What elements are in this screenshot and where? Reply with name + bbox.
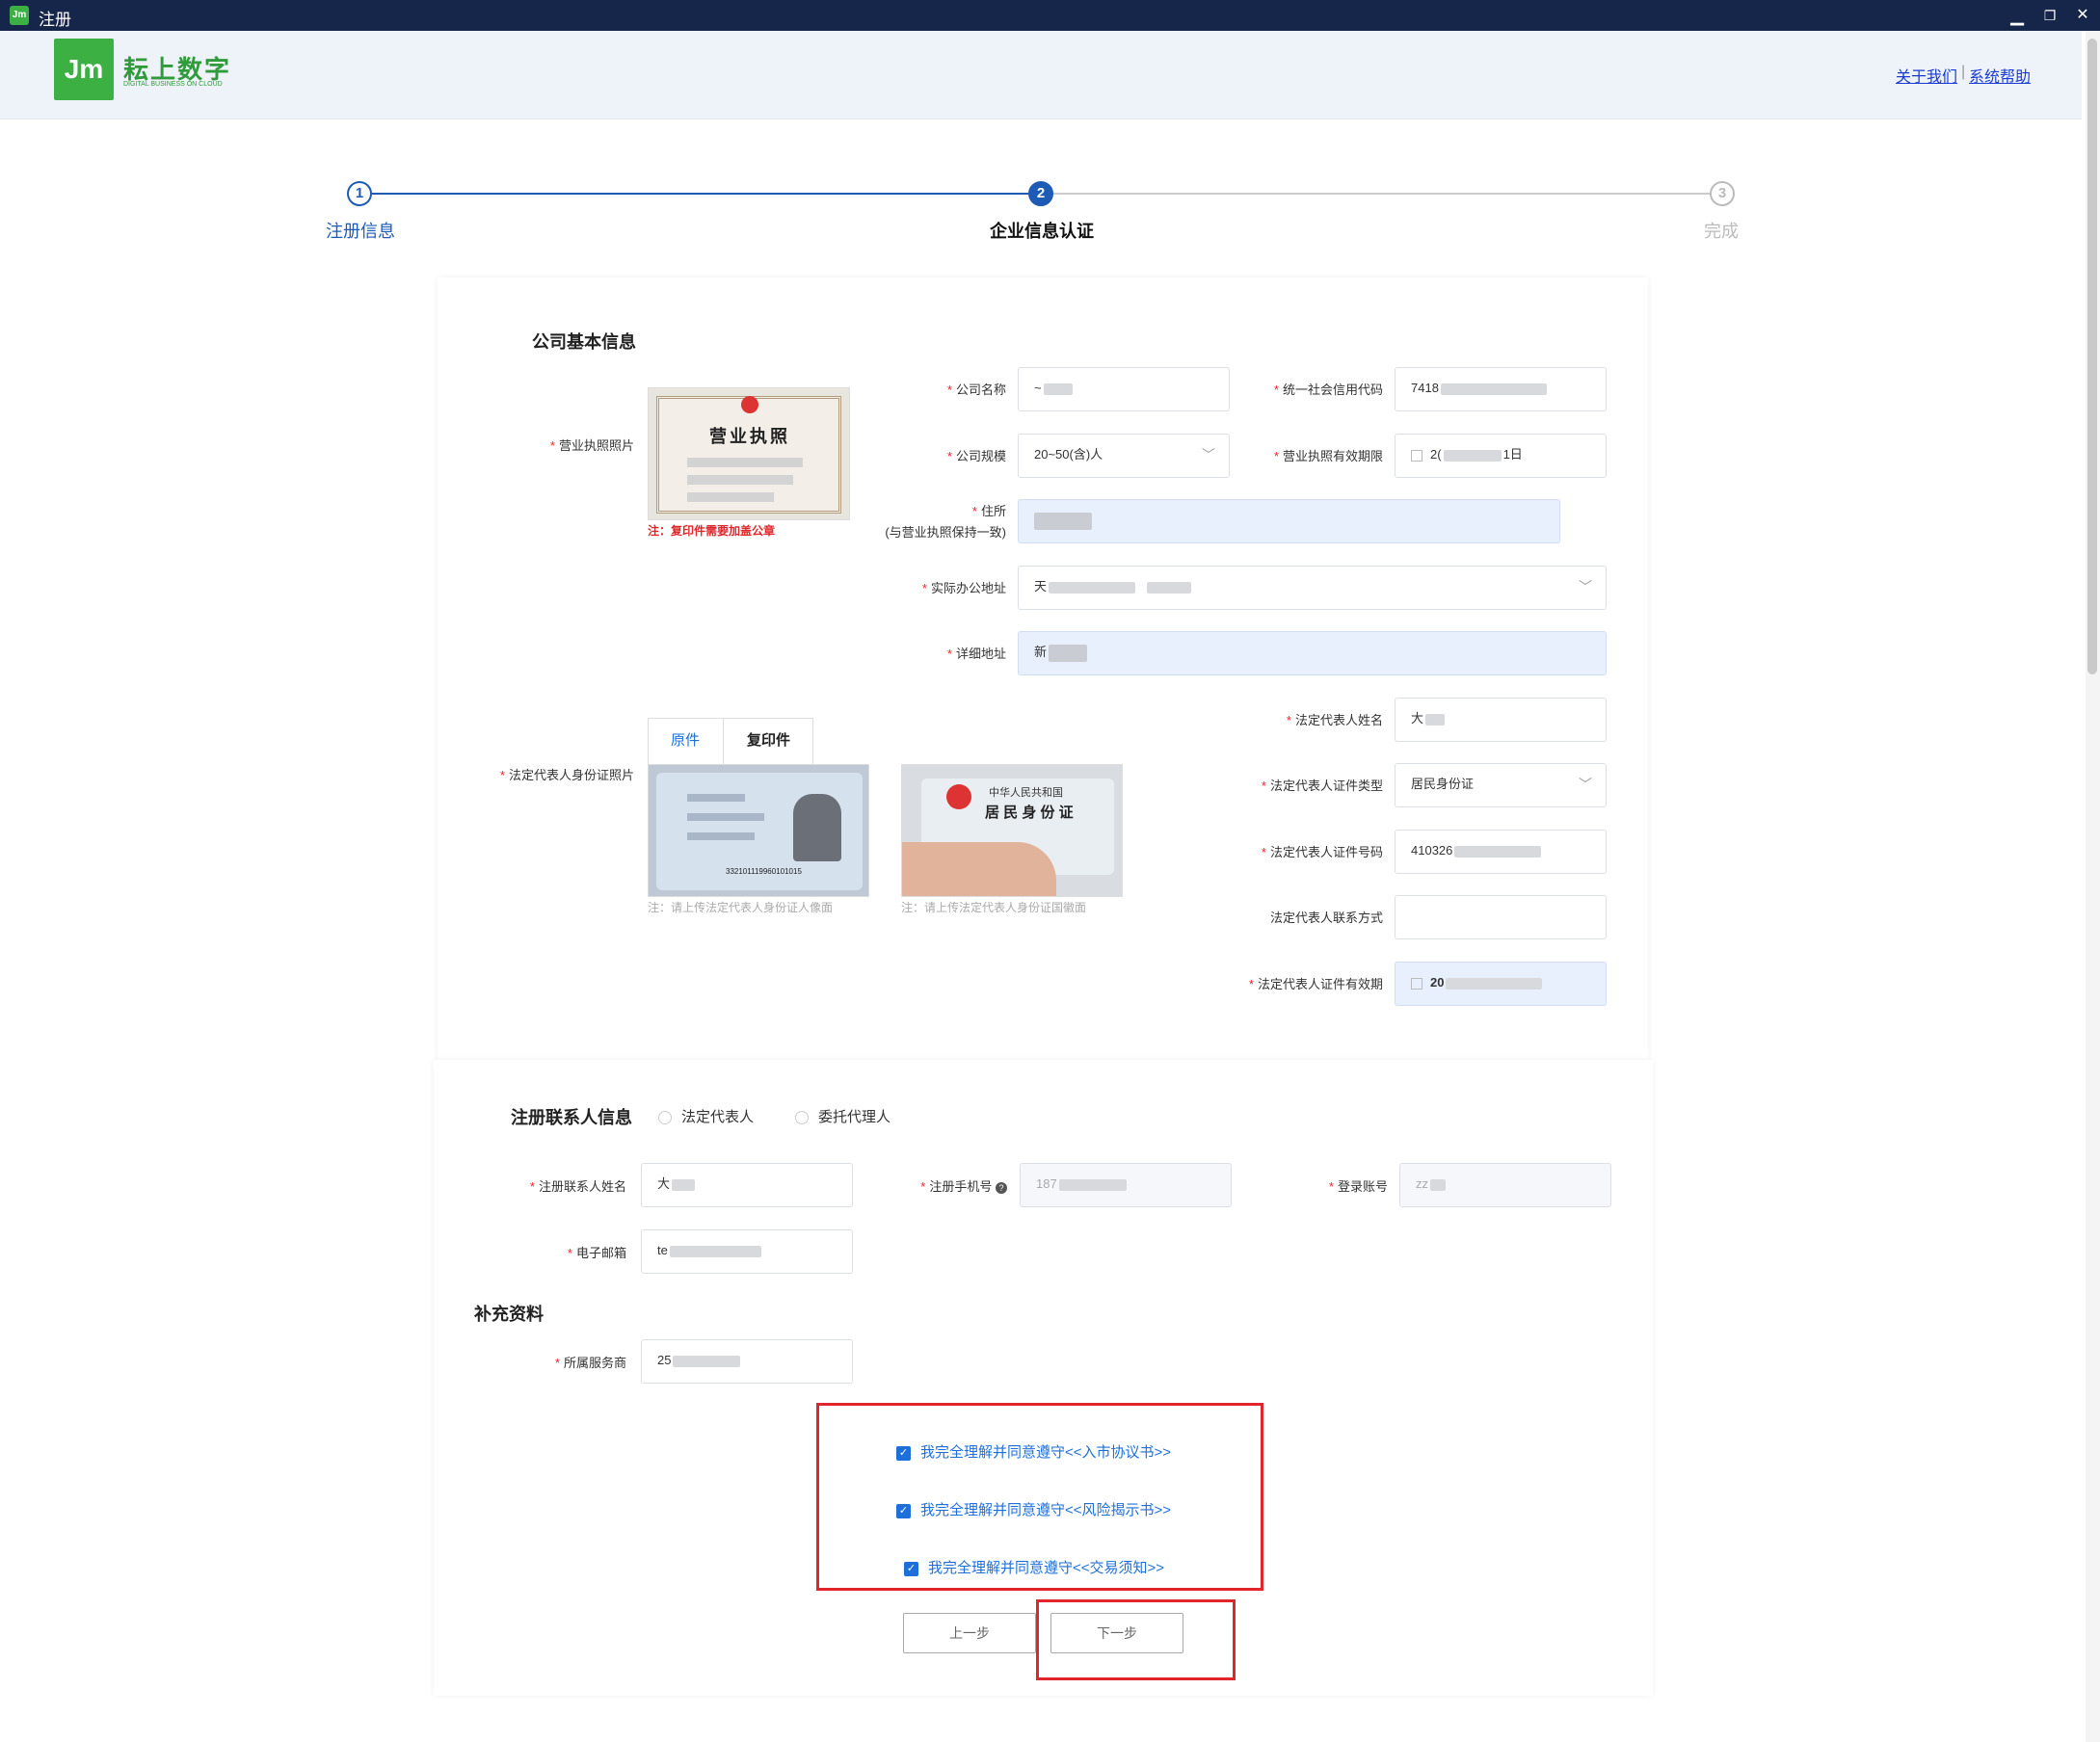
legal-id-validity-date-picker[interactable]: 20 [1395,962,1607,1006]
company-scale-label: * 公司规模 [946,449,1006,463]
detail-address-label: * 详细地址 [946,647,1006,661]
agreement-trading-notice[interactable]: ✓ 我完全理解并同意遵守<<交易须知>> [904,1557,1164,1577]
residence-sublabel: (与营业执照保持一致) [885,525,1006,540]
account-label: * 登录账号 [1328,1179,1388,1194]
radio-agent[interactable]: 委托代理人 [795,1106,891,1126]
step-3-circle: 3 [1710,181,1735,206]
id-card-title: 居 民 身 份 证 [985,805,1074,821]
id-number-sample: 332101119960101015 [726,867,802,876]
phone-input: 187 [1020,1163,1232,1207]
residence-label: * 住所 [971,504,1006,518]
legal-name-input[interactable]: 大 [1395,698,1607,742]
license-photo[interactable]: 营业执照 [648,387,850,520]
minimize-button[interactable]: ▁ [2003,4,2032,27]
scrollbar-thumb[interactable] [2087,39,2097,674]
legal-id-type-label: * 法定代表人证件类型 [1261,779,1383,793]
id-back-note: 注：请上传法定代表人身份证国徽面 [901,901,1087,914]
credit-code-label: * 统一社会信用代码 [1273,383,1383,397]
contact-name-label: * 注册联系人姓名 [529,1179,626,1194]
company-name-label: * 公司名称 [946,383,1006,397]
agreement-risk-disclosure[interactable]: ✓ 我完全理解并同意遵守<<风险揭示书>> [896,1499,1171,1519]
checkbox-checked-icon[interactable]: ✓ [896,1503,911,1518]
next-step-button[interactable]: 下一步 [1050,1613,1183,1653]
account-input: zz [1399,1163,1611,1207]
close-button[interactable]: ✕ [2068,4,2097,27]
id-card-back-photo[interactable]: 中华人民共和国 居 民 身 份 证 [901,764,1123,897]
step-line-done [359,193,1036,195]
company-name-input[interactable]: ~ [1018,367,1230,411]
step-line-pending [1053,193,1720,195]
calendar-icon [1411,977,1422,990]
agreement-market-entry[interactable]: ✓ 我完全理解并同意遵守<<入市协议书>> [896,1441,1171,1462]
app-icon: Jm [10,6,29,25]
license-validity-label: * 营业执照有效期限 [1273,449,1383,463]
id-front-note: 注：请上传法定代表人身份证人像面 [648,901,834,914]
step-1-label: 注册信息 [326,222,395,241]
legal-id-validity-label: * 法定代表人证件有效期 [1248,977,1383,991]
detail-address-input[interactable]: 新 [1018,631,1607,675]
legal-id-type-select[interactable]: 居民身份证 ﹀ [1395,763,1607,807]
id-card-heading: 中华人民共和国 [989,787,1063,799]
license-validity-date-picker[interactable]: 2(1日 [1395,434,1607,478]
chevron-down-icon: ﹀ [1202,447,1215,462]
about-link[interactable]: 关于我们 [1896,64,1957,87]
header-separator: | [1961,64,1966,80]
provider-input[interactable]: 25 [641,1339,853,1384]
supplement-section-title: 补充资料 [474,1305,544,1324]
credit-code-input[interactable]: 7418 [1395,367,1607,411]
restore-button[interactable]: ❐ [2035,4,2064,27]
radio-legal-rep[interactable]: 法定代表人 [658,1106,754,1126]
help-icon[interactable]: ? [996,1182,1007,1194]
tab-original[interactable]: 原件 [648,718,724,764]
prev-step-button[interactable]: 上一步 [903,1613,1036,1653]
office-address-label: * 实际办公地址 [921,581,1006,595]
legal-name-label: * 法定代表人姓名 [1286,713,1383,727]
legal-contact-input[interactable] [1395,895,1607,939]
checkbox-checked-icon[interactable]: ✓ [904,1561,918,1576]
logo-subtitle: DIGITAL BUSINESS ON CLOUD [123,81,223,88]
chevron-down-icon: ﹀ [1579,579,1592,594]
company-section-title: 公司基本信息 [532,332,636,352]
email-label: * 电子邮箱 [567,1246,626,1260]
id-card-front-photo[interactable]: 332101119960101015 [648,764,869,897]
chevron-down-icon: ﹀ [1579,777,1592,792]
legal-id-number-input[interactable]: 410326 [1395,830,1607,874]
window-title-bar: Jm 注册 ▁ ❐ ✕ [0,0,2100,31]
window-title: 注册 [39,11,71,29]
help-link[interactable]: 系统帮助 [1969,64,2031,87]
step-1-circle: 1 [347,181,372,206]
license-photo-label: * 营业执照照片 [549,438,634,453]
license-title: 营业执照 [709,427,790,446]
email-input[interactable]: te [641,1229,853,1274]
residence-input[interactable] [1018,499,1560,543]
logo-icon: Jm [54,39,114,100]
legal-id-number-label: * 法定代表人证件号码 [1261,845,1383,859]
step-2-label: 企业信息认证 [990,222,1094,241]
provider-label: * 所属服务商 [554,1356,626,1370]
radio-circle [658,1111,672,1125]
office-address-select[interactable]: 天 ﹀ [1018,566,1607,610]
contact-section-title: 注册联系人信息 [511,1108,632,1127]
phone-label: * 注册手机号 ? [867,1176,1007,1195]
calendar-icon [1411,449,1422,462]
step-3-label: 完成 [1704,222,1739,241]
tab-copy[interactable]: 复印件 [724,718,813,764]
id-photo-label: * 法定代表人身份证照片 [499,768,634,782]
checkbox-checked-icon[interactable]: ✓ [896,1445,911,1461]
company-scale-select[interactable]: 20~50(含)人 ﹀ [1018,434,1230,478]
contact-name-input[interactable]: 大 [641,1163,853,1207]
license-note: 注：复印件需要加盖公章 [648,524,776,538]
app-header [0,31,2082,119]
step-2-circle: 2 [1028,181,1053,206]
legal-contact-label: 法定代表人联系方式 [1269,911,1383,925]
radio-circle [795,1111,809,1125]
